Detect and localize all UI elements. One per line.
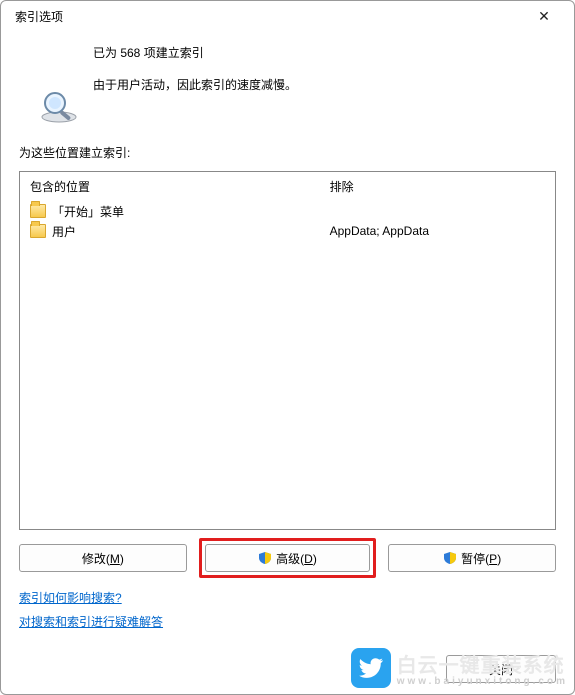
excluded-header: 排除: [330, 178, 545, 201]
shield-icon: [258, 551, 272, 565]
titlebar: 索引选项 ✕: [1, 1, 574, 31]
location-name: 「开始」菜单: [52, 203, 124, 220]
close-button[interactable]: 关闭: [446, 655, 556, 683]
window-title: 索引选项: [15, 8, 63, 25]
close-icon: ✕: [538, 8, 550, 25]
indexing-options-dialog: 索引选项 ✕ 已为 568 项建立索引 由于用户活动，因此索引的速度减慢。 为这…: [0, 0, 575, 695]
excluded-column: 排除 AppData; AppData: [320, 172, 555, 529]
status-area: 已为 568 项建立索引 由于用户活动，因此索引的速度减慢。: [19, 43, 556, 96]
folder-icon: [30, 224, 46, 238]
locations-label: 为这些位置建立索引:: [19, 144, 556, 161]
status-count-text: 已为 568 项建立索引: [93, 43, 297, 65]
advanced-button[interactable]: 高级(D): [205, 544, 371, 572]
folder-icon: [30, 204, 46, 218]
modify-button[interactable]: 修改(M): [19, 544, 187, 572]
status-speed-text: 由于用户活动，因此索引的速度减慢。: [93, 75, 297, 97]
dialog-content: 已为 568 项建立索引 由于用户活动，因此索引的速度减慢。 为这些位置建立索引…: [1, 31, 574, 648]
magnifier-icon: [39, 87, 79, 130]
help-link-search[interactable]: 索引如何影响搜索?: [19, 591, 122, 605]
included-header: 包含的位置: [30, 178, 310, 201]
list-item[interactable]: 用户: [30, 221, 310, 241]
locations-listbox[interactable]: 包含的位置 「开始」菜单 用户 排除 AppData; AppData: [19, 171, 556, 530]
action-buttons: 修改(M) 高级(D) 暂停(P): [19, 544, 556, 572]
included-column: 包含的位置 「开始」菜单 用户: [20, 172, 320, 529]
window-close-button[interactable]: ✕: [522, 1, 566, 31]
help-links: 索引如何影响搜索? 对搜索和索引进行疑难解答: [19, 586, 556, 634]
exclude-cell: [330, 201, 545, 221]
location-name: 用户: [52, 223, 76, 240]
dialog-footer: 关闭: [1, 648, 574, 694]
advanced-button-highlight: 高级(D): [199, 538, 377, 578]
shield-icon: [443, 551, 457, 565]
list-item[interactable]: 「开始」菜单: [30, 201, 310, 221]
pause-button[interactable]: 暂停(P): [388, 544, 556, 572]
exclude-cell: AppData; AppData: [330, 221, 545, 241]
help-link-troubleshoot[interactable]: 对搜索和索引进行疑难解答: [19, 615, 163, 629]
